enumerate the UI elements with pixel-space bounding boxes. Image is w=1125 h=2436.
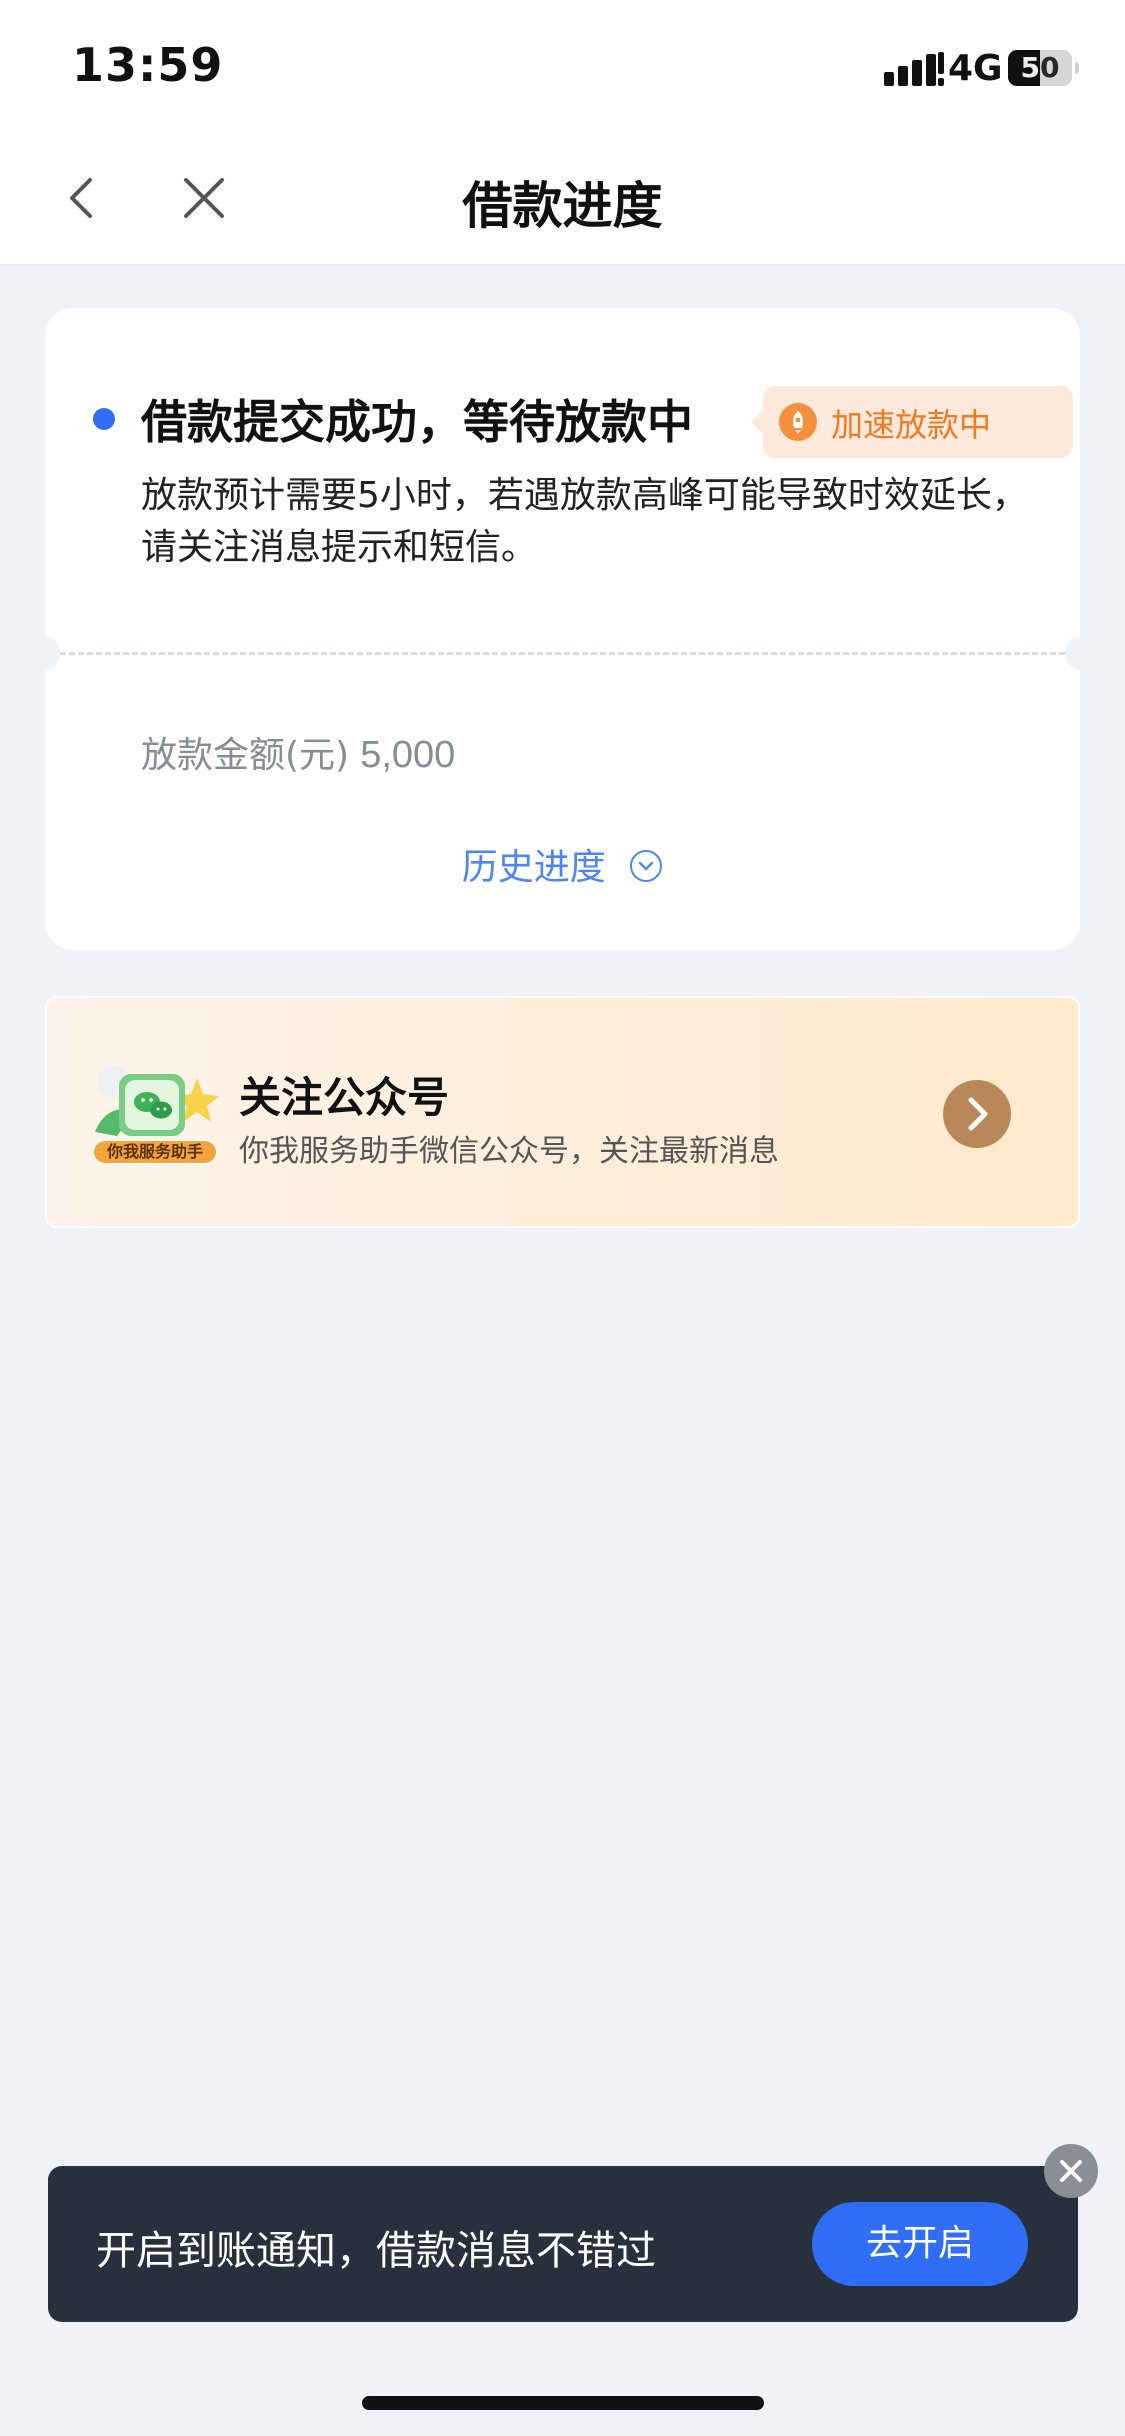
wechat-assistant-icon: 你我服务助手 xyxy=(92,1066,219,1165)
battery-level: 50 xyxy=(1020,51,1060,84)
loan-progress-card: 借款提交成功，等待放款中 加速放款中 放款预计需要5小时，若遇放款高峰可能导致时… xyxy=(30,308,1095,950)
card-notch-left xyxy=(30,636,60,670)
status-description: 放款预计需要5小时，若遇放款高峰可能导致时效延长，请关注消息提示和短信。 xyxy=(141,475,1028,568)
signal-icon xyxy=(884,52,944,86)
follow-description: 你我服务助手微信公众号，关注最新消息 xyxy=(239,1134,779,1169)
status-title: 借款提交成功，等待放款中 xyxy=(141,395,693,449)
amount-row: 放款金额(元) 5,000 xyxy=(141,726,455,778)
dashed-divider xyxy=(60,652,1065,655)
chevron-down-circle-icon xyxy=(630,850,663,882)
status-dot xyxy=(93,408,115,430)
speed-up-badge[interactable]: 加速放款中 xyxy=(751,386,1073,458)
home-indicator[interactable] xyxy=(362,2396,764,2410)
follow-title: 关注公众号 xyxy=(239,1073,450,1122)
notification-message: 开启到账通知，借款消息不错过 xyxy=(96,2228,656,2274)
status-time: 13:59 xyxy=(72,38,224,92)
rocket-icon xyxy=(779,403,817,441)
notification-prompt: 开启到账通知，借款消息不错过 去开启 xyxy=(48,2166,1078,2322)
status-bar: 13:59 4G 50 xyxy=(0,0,1125,132)
amount-label: 放款金额(元) xyxy=(141,735,350,776)
nav-bar: 借款进度 xyxy=(0,132,1125,266)
battery-icon: 50 xyxy=(1008,50,1072,86)
card-notch-right xyxy=(1065,636,1095,670)
amount-value: 5,000 xyxy=(360,734,456,776)
badge-label: 加速放款中 xyxy=(831,406,992,444)
illustration-label: 你我服务助手 xyxy=(106,1142,203,1161)
network-type: 4G xyxy=(948,48,1003,89)
page-title: 借款进度 xyxy=(462,177,663,235)
follow-account-banner[interactable]: 你我服务助手 关注公众号 你我服务助手微信公众号，关注最新消息 xyxy=(45,996,1080,1228)
history-progress-link[interactable]: 历史进度 xyxy=(45,838,1080,890)
battery-tip xyxy=(1075,62,1079,74)
history-link-label: 历史进度 xyxy=(461,847,606,888)
enable-notification-button[interactable]: 去开启 xyxy=(812,2202,1028,2286)
chevron-right-circle-icon[interactable] xyxy=(943,1080,1011,1148)
close-circle-icon[interactable] xyxy=(1044,2144,1098,2198)
